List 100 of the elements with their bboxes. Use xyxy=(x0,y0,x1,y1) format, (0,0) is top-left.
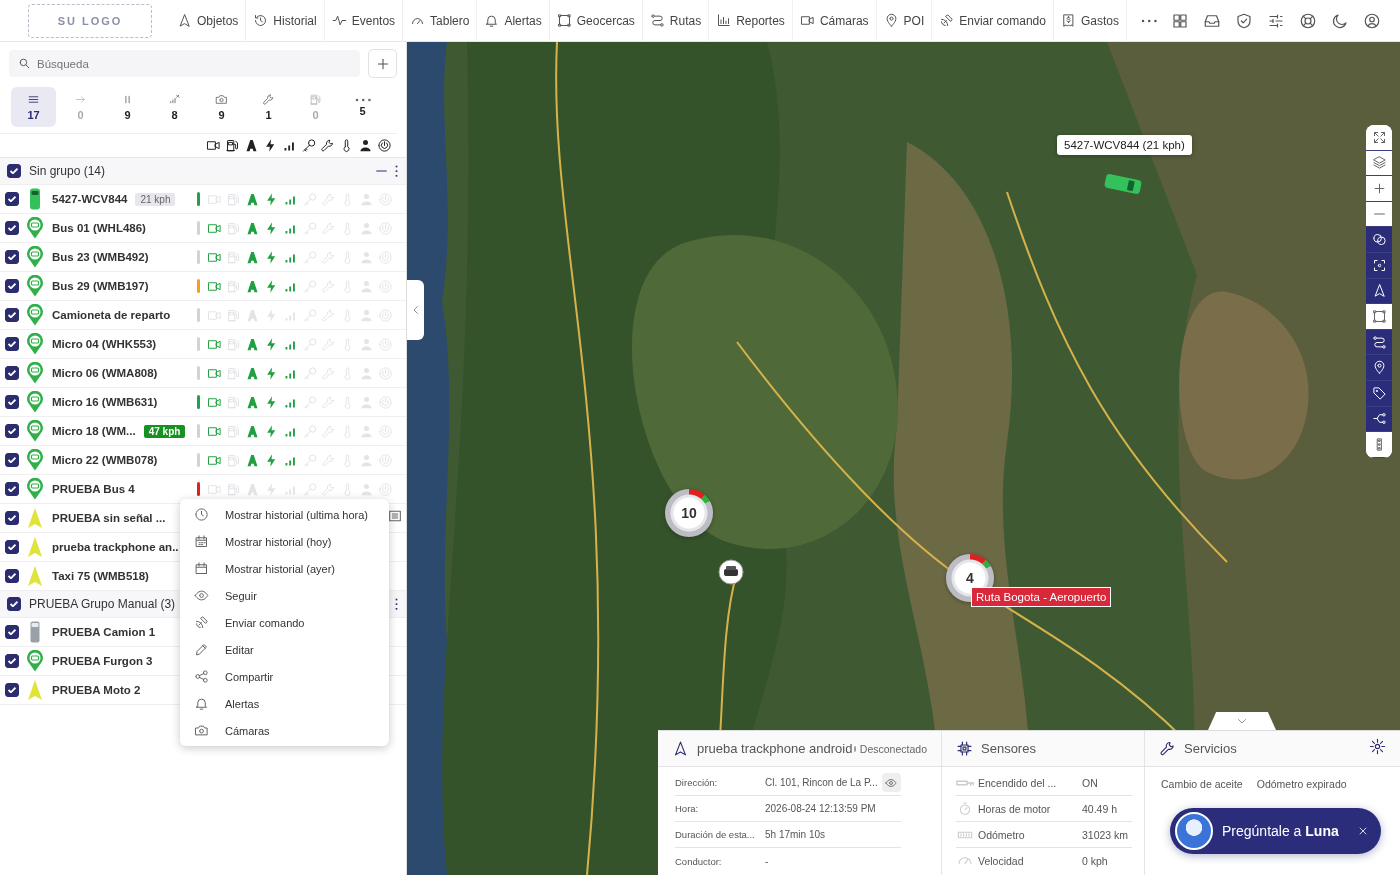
nav-item[interactable]: Alertas xyxy=(477,0,550,42)
checkbox[interactable] xyxy=(5,192,19,206)
object-title: prueba trackphone android xyxy=(697,741,853,756)
map-tool-button[interactable] xyxy=(1366,278,1392,305)
filter-tab[interactable]: 9 xyxy=(105,87,150,127)
nav-item[interactable]: POI xyxy=(876,0,933,42)
checkbox[interactable] xyxy=(5,511,19,525)
checkbox[interactable] xyxy=(5,250,19,264)
map-tool-button[interactable] xyxy=(1366,329,1392,356)
menu-item[interactable]: Seguir xyxy=(180,582,389,609)
checkbox[interactable] xyxy=(5,683,19,697)
nav-item[interactable]: Objetos xyxy=(170,0,247,42)
checkbox[interactable] xyxy=(5,424,19,438)
map-tool-button[interactable] xyxy=(1366,227,1392,253)
filter-tab[interactable]: 1 xyxy=(246,87,291,127)
checkbox[interactable] xyxy=(5,482,19,496)
video-camera-icon xyxy=(206,138,221,153)
collapse-panel-button[interactable] xyxy=(407,280,424,340)
map-tool-button[interactable] xyxy=(1366,406,1392,433)
nav-item[interactable]: Gastos xyxy=(1053,0,1127,42)
nav-item[interactable]: Reportes xyxy=(709,0,793,42)
zoom-out-icon xyxy=(1373,213,1385,216)
person-icon xyxy=(359,307,374,323)
checkbox[interactable] xyxy=(5,221,19,235)
fuel-icon xyxy=(226,452,241,468)
checkbox[interactable] xyxy=(5,395,19,409)
checkbox[interactable] xyxy=(5,308,19,322)
geofence-icon xyxy=(1371,308,1387,324)
checkbox[interactable] xyxy=(5,453,19,467)
checkbox[interactable] xyxy=(5,279,19,293)
wrench-icon xyxy=(321,365,336,381)
nav-item[interactable]: Tablero xyxy=(403,0,478,42)
check-icon xyxy=(10,601,18,607)
nav-item[interactable]: Cámaras xyxy=(792,0,877,42)
map-tool-button[interactable] xyxy=(1366,125,1392,151)
map-tool-button[interactable] xyxy=(1366,252,1392,279)
overlap-circles-icon xyxy=(1371,232,1387,248)
menu-item[interactable]: Enviar comando xyxy=(180,609,389,636)
wrench-icon xyxy=(1159,740,1176,757)
key-icon xyxy=(302,336,317,352)
menu-item[interactable]: Mostrar historial (ayer) xyxy=(180,555,389,582)
avatar xyxy=(1175,812,1213,850)
menu-item[interactable]: Mostrar historial (ultima hora) xyxy=(180,501,389,528)
checkbox[interactable] xyxy=(5,366,19,380)
filter-tab[interactable]: 8 xyxy=(152,87,197,127)
person-icon xyxy=(359,278,374,294)
show-button[interactable] xyxy=(881,773,901,792)
nav-item[interactable]: Eventos xyxy=(324,0,404,42)
checkbox[interactable] xyxy=(5,625,19,639)
map-tool-button[interactable] xyxy=(1366,380,1392,407)
nav-item[interactable]: Geocercas xyxy=(549,0,643,42)
close-button[interactable] xyxy=(1357,825,1369,837)
menu-item[interactable]: Editar xyxy=(180,636,389,663)
checkbox[interactable] xyxy=(7,597,21,611)
assistant-chip[interactable]: Pregúntale a Luna xyxy=(1170,808,1381,854)
checkbox[interactable] xyxy=(5,337,19,351)
bell-icon xyxy=(194,696,209,711)
vehicle-name: PRUEBA Bus 4 xyxy=(52,483,135,495)
person-icon xyxy=(359,336,374,352)
key-icon xyxy=(956,779,974,786)
menu-item[interactable]: Alertas xyxy=(180,690,389,717)
menu-item[interactable]: Cámaras xyxy=(180,717,389,744)
checkbox[interactable] xyxy=(7,164,21,178)
nav-item[interactable]: Rutas xyxy=(642,0,710,42)
check-icon xyxy=(8,457,16,463)
clock-icon xyxy=(194,507,209,522)
power-icon xyxy=(378,481,393,497)
key-icon xyxy=(301,138,316,153)
filter-tab[interactable]: 5 xyxy=(340,87,385,127)
filter-tab[interactable]: 9 xyxy=(199,87,244,127)
vehicle-marker-icon[interactable] xyxy=(718,559,744,585)
nav-item[interactable]: Historial xyxy=(246,0,325,42)
menu-item[interactable]: Compartir xyxy=(180,663,389,690)
fuel-icon xyxy=(226,394,241,410)
vehicle-name: Micro 16 (WMB631) xyxy=(52,396,158,408)
map-tool-button[interactable] xyxy=(1366,355,1392,381)
nav-item[interactable]: Enviar comando xyxy=(932,0,1054,42)
nodes-icon xyxy=(1371,411,1387,427)
moon-icon xyxy=(1330,11,1349,30)
power-icon xyxy=(378,307,393,323)
vehicle-name: Camioneta de reparto xyxy=(52,309,171,321)
check-icon xyxy=(8,687,16,693)
wrench-icon xyxy=(321,452,336,468)
key-icon xyxy=(302,249,317,265)
sensor-value: ON xyxy=(1082,776,1098,789)
check-icon xyxy=(8,254,16,260)
person-icon xyxy=(359,394,374,410)
calendar-icon xyxy=(194,534,209,549)
checkbox[interactable] xyxy=(5,569,19,583)
checkbox[interactable] xyxy=(5,654,19,668)
filter-tab[interactable]: 17 xyxy=(11,87,56,127)
menu-item[interactable]: Mostrar historial (hoy) xyxy=(180,528,389,555)
camera-icon xyxy=(194,723,209,738)
checkbox[interactable] xyxy=(5,540,19,554)
layers-icon xyxy=(1371,155,1387,171)
fuel-icon xyxy=(226,220,241,236)
wrench-icon xyxy=(321,220,336,236)
receipt-icon xyxy=(1060,13,1076,28)
person-icon xyxy=(359,452,374,468)
search-field[interactable]: Búsqueda xyxy=(9,50,360,77)
